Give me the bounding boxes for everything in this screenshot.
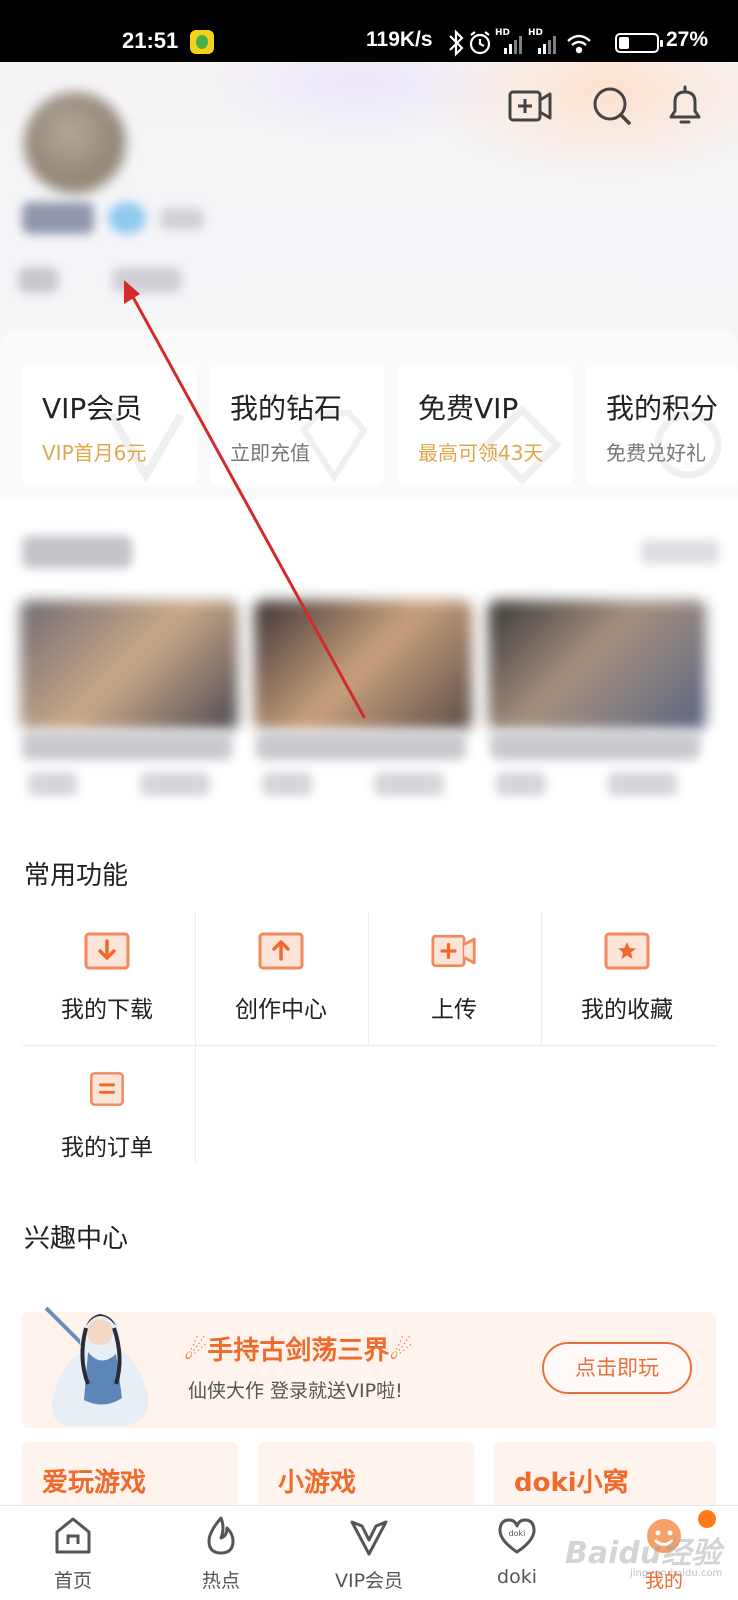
card-points[interactable]: 我的积分 免费兑好礼 (586, 365, 738, 485)
tile-label: 小游戏 (278, 1468, 357, 1498)
video-thumb-3[interactable] (488, 600, 706, 730)
hd-label-2: HD (528, 28, 544, 38)
nav-label: 首页 (53, 1570, 92, 1592)
flame-icon (207, 1516, 235, 1555)
home-icon (55, 1517, 91, 1554)
section-title-functions: 常用功能 (24, 861, 129, 891)
nav-doki[interactable]: doki doki (457, 1506, 577, 1600)
function-label: 我的订单 (61, 1135, 153, 1161)
bluetooth-icon (449, 29, 464, 57)
video-thumb-1[interactable] (20, 600, 238, 730)
notification-dot (698, 1510, 716, 1528)
card-subtitle: 最高可领43天 (418, 441, 544, 465)
nav-label: doki (497, 1566, 537, 1588)
battery-icon (615, 33, 663, 53)
wifi-icon (567, 34, 591, 54)
function-label: 我的收藏 (581, 997, 673, 1023)
card-title: VIP会员 (42, 392, 143, 425)
baidu-watermark-url: jingyan.baidu.com (630, 1568, 723, 1579)
function-label: 上传 (431, 997, 477, 1023)
star-icon (604, 932, 650, 970)
level-blurred (160, 208, 204, 230)
tile-label: 爱玩游戏 (42, 1468, 147, 1498)
video-title-blurred-1 (22, 732, 232, 760)
card-title: 免费VIP (418, 392, 519, 425)
video-upload-icon (431, 934, 476, 968)
alarm-icon (469, 31, 491, 55)
video-meta-blurred-1a (28, 772, 78, 796)
function-download[interactable]: 我的下载 (22, 912, 192, 1046)
video-title-blurred-2 (256, 732, 466, 760)
nav-label: 热点 (201, 1570, 240, 1592)
section-title-interest: 兴趣中心 (24, 1224, 129, 1254)
nav-home[interactable]: 首页 (13, 1506, 133, 1600)
badge-blurred (108, 202, 146, 234)
game-character-illustration (44, 1306, 149, 1426)
battery-percent: 27% (666, 28, 709, 51)
hd-label-1: HD (495, 28, 511, 38)
download-icon (84, 932, 130, 970)
baidu-watermark: Baidu经验 (565, 1536, 722, 1571)
watch-history-blurred (0, 500, 738, 830)
status-bar: 21:51 119K/s HD HD 27% (0, 0, 738, 62)
function-creator-center[interactable]: 创作中心 (196, 912, 366, 1046)
signal-icon-1 (504, 36, 522, 54)
card-subtitle: VIP首月6元 (42, 441, 147, 465)
stat-blurred-1 (18, 267, 58, 293)
function-orders[interactable]: 我的订单 (22, 1050, 192, 1184)
grid-divider (195, 1046, 196, 1164)
video-add-icon[interactable] (508, 84, 552, 128)
status-time: 21:51 (122, 28, 179, 53)
card-subtitle: 立即充值 (230, 441, 310, 465)
app-notification-icon (190, 30, 214, 54)
membership-cards: VIP会员 VIP首月6元 我的钻石 立即充值 免费VIP 最高可领43天 我的… (0, 330, 738, 500)
history-more-blurred (640, 540, 720, 564)
video-title-blurred-3 (490, 732, 700, 760)
header-glow-2 (200, 62, 520, 142)
promo-title: ☄手持古剑荡三界☄ (184, 1336, 413, 1366)
username-blurred (22, 202, 94, 234)
card-title: 我的钻石 (230, 392, 343, 425)
card-subtitle: 免费兑好礼 (606, 441, 706, 465)
video-meta-blurred-3a (496, 772, 546, 796)
video-meta-blurred-3b (608, 772, 678, 796)
function-label: 创作中心 (235, 997, 327, 1023)
signal-icon-2 (538, 36, 556, 54)
stat-blurred-2 (112, 267, 182, 293)
function-label: 我的下载 (61, 997, 153, 1023)
card-diamond[interactable]: 我的钻石 立即充值 (210, 365, 384, 485)
nav-label: VIP会员 (334, 1570, 404, 1592)
tile-label: doki小窝 (514, 1468, 629, 1498)
nav-hot[interactable]: 热点 (161, 1506, 281, 1600)
tile-games[interactable]: 爱玩游戏 (22, 1442, 238, 1512)
play-now-button[interactable]: 点击即玩 (542, 1342, 692, 1394)
upload-box-icon (258, 932, 304, 970)
tile-doki[interactable]: doki小窝 (494, 1442, 716, 1512)
function-favorites[interactable]: 我的收藏 (542, 912, 712, 1046)
video-meta-blurred-2a (262, 772, 312, 796)
network-speed: 119K/s (366, 28, 433, 51)
vip-icon (350, 1520, 388, 1556)
search-icon[interactable] (590, 84, 634, 128)
video-thumb-2[interactable] (254, 600, 472, 730)
order-icon (90, 1072, 124, 1106)
card-free-vip[interactable]: 免费VIP 最高可领43天 (398, 365, 572, 485)
promo-subtitle: 仙侠大作 登录就送VIP啦! (188, 1380, 403, 1402)
tile-mini-games[interactable]: 小游戏 (258, 1442, 474, 1512)
history-title-blurred (22, 536, 132, 568)
profile-header (0, 62, 738, 352)
svg-text:doki: doki (509, 1529, 526, 1538)
video-meta-blurred-2b (374, 772, 444, 796)
card-vip[interactable]: VIP会员 VIP首月6元 (22, 365, 196, 485)
game-promo-banner[interactable]: ☄手持古剑荡三界☄ 仙侠大作 登录就送VIP啦! 点击即玩 (22, 1306, 716, 1428)
card-title: 我的积分 (606, 392, 719, 425)
nav-vip[interactable]: VIP会员 (309, 1506, 429, 1600)
function-upload[interactable]: 上传 (369, 912, 539, 1046)
avatar[interactable] (24, 92, 126, 194)
video-meta-blurred-1b (140, 772, 210, 796)
bell-icon[interactable] (663, 84, 707, 128)
promo-title-text: 手持古剑荡三界 (207, 1336, 390, 1366)
doki-heart-icon: doki (498, 1518, 536, 1554)
